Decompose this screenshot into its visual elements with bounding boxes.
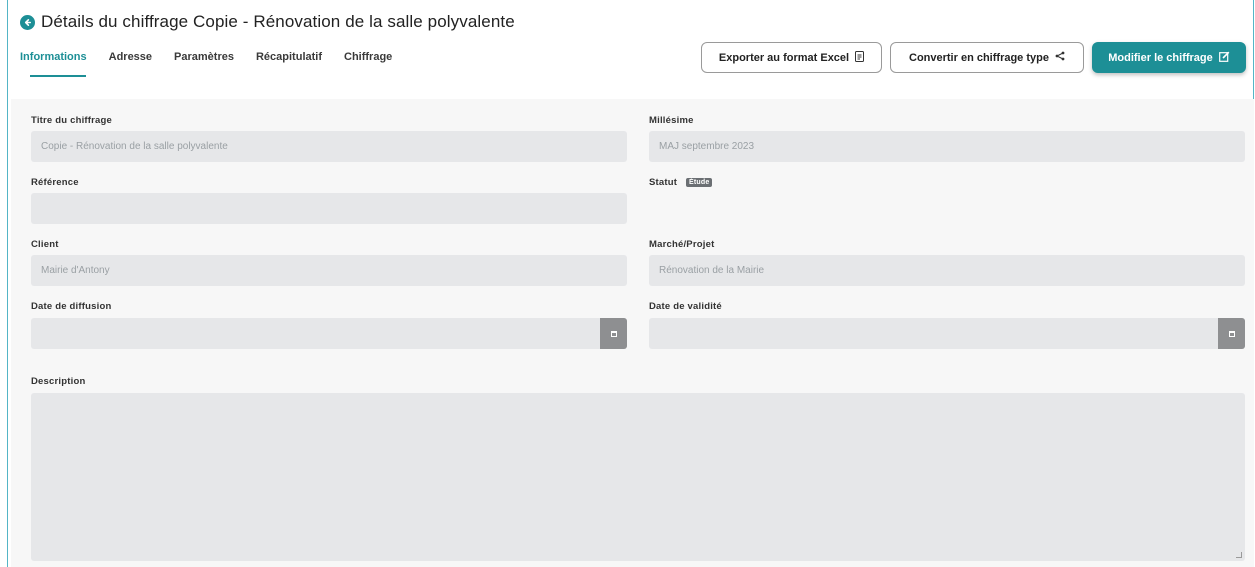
- tab-parametres[interactable]: Paramètres: [174, 51, 234, 77]
- edit-chiffrage-button[interactable]: Modifier le chiffrage: [1092, 42, 1246, 73]
- page-frame: Détails du chiffrage Copie - Rénovation …: [7, 0, 1254, 567]
- reference-label: Référence: [31, 177, 79, 188]
- arrow-left-circle-icon[interactable]: [20, 14, 35, 30]
- date-validite-calendar-button[interactable]: [1218, 318, 1245, 349]
- file-excel-icon: [855, 50, 865, 65]
- status-badge: Étude: [685, 177, 713, 187]
- date-diffusion-field[interactable]: [31, 318, 627, 349]
- millesime-field[interactable]: MAJ septembre 2023: [649, 131, 1245, 162]
- date-diffusion-label: Date de diffusion: [31, 301, 112, 312]
- export-excel-button[interactable]: Exporter au format Excel: [701, 42, 882, 73]
- description-textarea[interactable]: [31, 393, 1245, 561]
- statut-label: Statut Étude: [649, 177, 713, 188]
- share-icon: [1055, 51, 1065, 64]
- edit-chiffrage-label: Modifier le chiffrage: [1108, 51, 1213, 64]
- page-title: Détails du chiffrage Copie - Rénovation …: [41, 12, 515, 31]
- date-diffusion-calendar-button[interactable]: [600, 318, 627, 349]
- description-label: Description: [31, 376, 86, 387]
- tab-recapitulatif[interactable]: Récapitulatif: [256, 51, 322, 77]
- statut-label-text: Statut: [649, 177, 678, 188]
- millesime-label: Millésime: [649, 115, 694, 126]
- date-validite-label: Date de validité: [649, 301, 722, 312]
- convert-template-label: Convertir en chiffrage type: [909, 51, 1049, 64]
- marche-label: Marché/Projet: [649, 239, 715, 250]
- convert-template-button[interactable]: Convertir en chiffrage type: [890, 42, 1084, 73]
- export-excel-label: Exporter au format Excel: [718, 51, 850, 64]
- tab-chiffrage[interactable]: Chiffrage: [344, 51, 392, 77]
- client-label: Client: [31, 239, 59, 250]
- marche-field[interactable]: Rénovation de la Mairie: [649, 255, 1245, 286]
- tab-adresse[interactable]: Adresse: [109, 51, 152, 77]
- date-validite-field[interactable]: [649, 318, 1245, 349]
- client-field[interactable]: Mairie d'Antony: [31, 255, 627, 286]
- titre-label: Titre du chiffrage: [31, 115, 113, 126]
- resize-grip-icon[interactable]: [1236, 552, 1242, 558]
- details-form: Titre du chiffrage Copie - Rénovation de…: [11, 99, 1254, 567]
- tab-bar: Informations Adresse Paramètres Récapitu…: [20, 51, 414, 77]
- reference-field[interactable]: [31, 193, 627, 224]
- calendar-icon: [610, 330, 617, 337]
- edit-icon: [1218, 51, 1230, 65]
- titre-field[interactable]: Copie - Rénovation de la salle polyvalen…: [31, 131, 627, 162]
- calendar-icon: [1228, 330, 1235, 337]
- tab-informations[interactable]: Informations: [20, 51, 87, 77]
- page-header: Détails du chiffrage Copie - Rénovation …: [20, 12, 515, 32]
